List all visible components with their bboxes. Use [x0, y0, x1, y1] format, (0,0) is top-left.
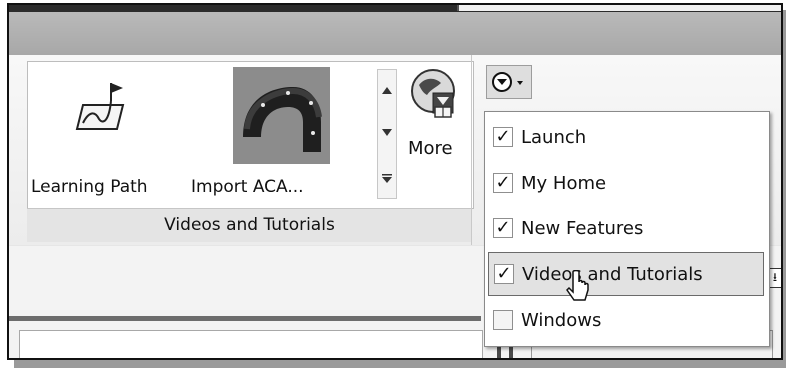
mouse-cursor-icon [566, 270, 589, 301]
import-aca-button[interactable]: Import ACA... [187, 65, 362, 205]
menu-item-label: Launch [521, 127, 587, 148]
import-aca-thumbnail [233, 67, 330, 164]
globe-download-icon [411, 69, 455, 118]
menu-item-my-home[interactable]: ✓ My Home [485, 162, 767, 206]
scroll-up-icon [382, 86, 392, 94]
menu-item-windows[interactable]: Windows [485, 299, 767, 343]
menu-item-label: New Features [521, 218, 644, 239]
scroll-up-button[interactable] [378, 70, 396, 110]
scroll-down-button[interactable] [378, 112, 396, 152]
frame-shadow-bottom [14, 360, 786, 368]
lower-divider [9, 316, 481, 321]
show-panels-menu: ✓ Launch ✓ My Home ✓ New Features ✓ Vide… [484, 111, 770, 347]
menu-item-videos-and-tutorials[interactable]: ✓ Videos and Tutorials [488, 252, 764, 296]
show-panels-dropdown[interactable] [486, 65, 532, 99]
checkbox[interactable]: ✓ [493, 173, 513, 193]
menu-item-label: My Home [521, 173, 607, 194]
lower-panel [19, 330, 483, 358]
panel-title: Videos and Tutorials [27, 208, 472, 242]
checkbox[interactable] [493, 310, 513, 330]
panel-separator [471, 55, 472, 245]
check-icon: ✓ [495, 172, 511, 193]
learning-path-button[interactable]: Learning Path [31, 65, 161, 205]
check-icon: ✓ [496, 263, 512, 284]
checkbox[interactable]: ✓ [493, 127, 513, 147]
more-label: More [408, 138, 453, 159]
chevron-circle-down-icon [492, 72, 523, 92]
check-icon: ✓ [495, 126, 511, 147]
menu-item-label: Videos and Tutorials [522, 264, 703, 285]
expand-gallery-icon [382, 174, 392, 183]
window-top-highlight [457, 5, 781, 11]
import-aca-label: Import ACA... [191, 177, 304, 197]
checkbox[interactable]: ✓ [494, 264, 514, 284]
check-icon: ✓ [495, 217, 511, 238]
ribbon-tab-bar [9, 12, 781, 56]
learning-path-label: Learning Path [31, 177, 148, 197]
gallery-expand-button[interactable] [378, 158, 396, 198]
menu-item-label: Windows [521, 310, 602, 331]
checkbox[interactable]: ✓ [493, 218, 513, 238]
menu-item-launch[interactable]: ✓ Launch [485, 116, 767, 160]
menu-item-new-features[interactable]: ✓ New Features [485, 207, 767, 251]
application-window: Learning Path Import ACA... More Videos … [7, 3, 783, 360]
gallery-scroll [377, 69, 397, 199]
learning-path-icon [75, 83, 125, 130]
scroll-down-icon [382, 128, 392, 136]
